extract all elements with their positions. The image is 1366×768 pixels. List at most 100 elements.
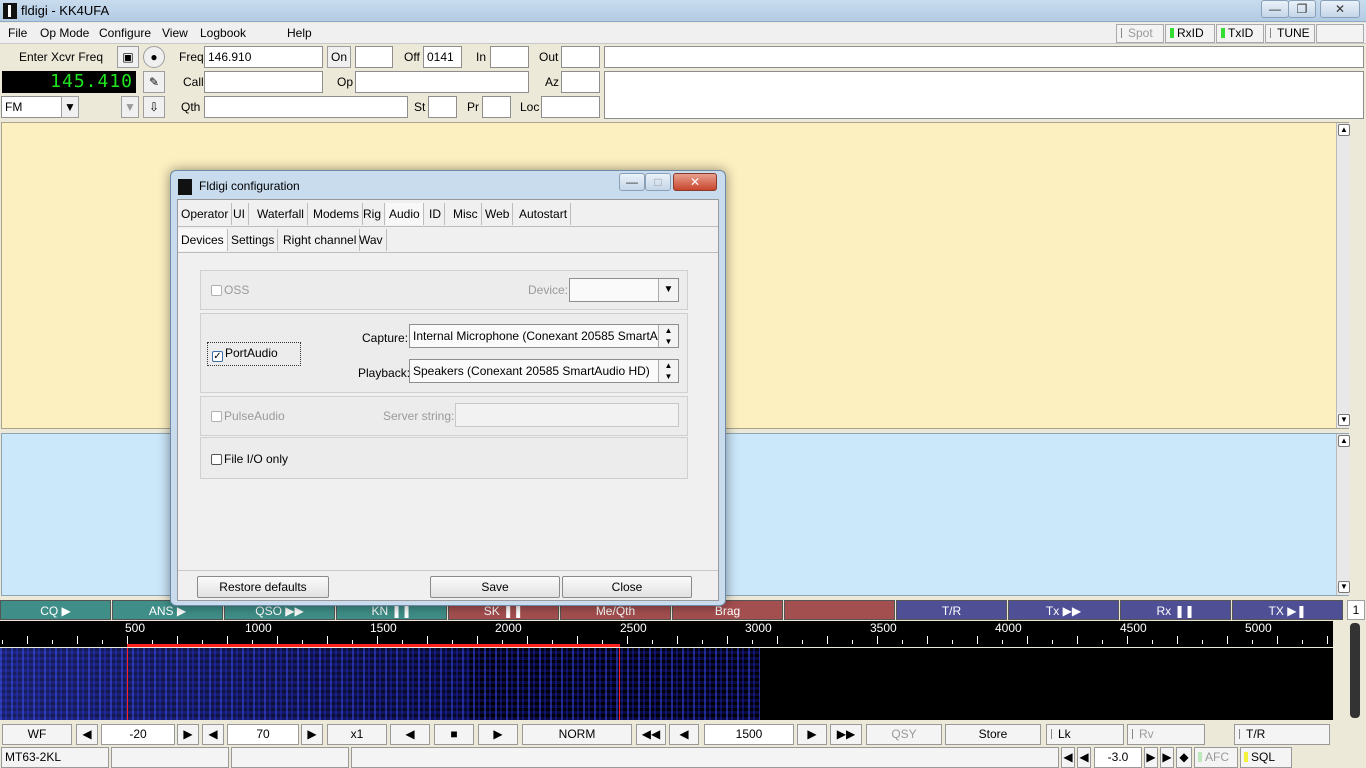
- reverse-toggle[interactable]: Rv: [1127, 724, 1205, 745]
- freq-fast-down-icon[interactable]: ◀◀: [636, 724, 666, 745]
- restore-button[interactable]: ❐: [1288, 0, 1316, 18]
- bandwidth-dropdown-arrow-icon[interactable]: ▼: [121, 96, 139, 118]
- speed-button[interactable]: NORM: [522, 724, 632, 745]
- subtab-wav[interactable]: Wav: [356, 229, 387, 251]
- s2n-first-icon[interactable]: ◀: [1061, 747, 1075, 768]
- minimize-button[interactable]: —: [1261, 0, 1289, 18]
- az-field[interactable]: [561, 71, 600, 93]
- connect-icon[interactable]: ▣: [117, 46, 139, 68]
- subtab-settings[interactable]: Settings: [228, 229, 279, 251]
- pause-icon[interactable]: ■: [434, 724, 474, 745]
- waterfall-display[interactable]: [0, 648, 1333, 720]
- broom-clear-icon[interactable]: ✎: [143, 71, 165, 93]
- restore-defaults-button[interactable]: Restore defaults: [197, 576, 329, 598]
- tab-id[interactable]: ID: [426, 203, 445, 225]
- call-field[interactable]: [204, 71, 323, 93]
- tx-scroll-down-icon[interactable]: ▼: [1338, 581, 1350, 593]
- waterfall-scrollbar[interactable]: [1350, 623, 1360, 718]
- frequency-ruler[interactable]: 500 1000 1500 2000 2500 3000 3500 4000 4…: [0, 621, 1333, 647]
- store-button[interactable]: Store: [945, 724, 1041, 745]
- wf-range-up-icon[interactable]: ▶: [301, 724, 323, 745]
- macro-button-10[interactable]: Tx ▶▶: [1008, 600, 1119, 620]
- scroll-up-icon[interactable]: ▲: [1338, 124, 1350, 136]
- mode-status[interactable]: MT63-2KL: [1, 747, 109, 768]
- scroll-down-icon[interactable]: ▼: [1338, 414, 1350, 426]
- notes-line-field[interactable]: [604, 46, 1364, 68]
- on-time-field[interactable]: [355, 46, 393, 68]
- subtab-devices[interactable]: Devices: [178, 229, 228, 251]
- playback-select[interactable]: Speakers (Conexant 20585 SmartAudio HD) …: [409, 359, 679, 383]
- menu-logbook[interactable]: Logbook: [200, 26, 246, 40]
- frequency-display[interactable]: 145.410: [2, 71, 136, 93]
- fileio-checkbox[interactable]: File I/O only: [211, 452, 288, 466]
- device-dropdown-icon[interactable]: ▼: [658, 279, 678, 301]
- tx-scrollbar[interactable]: ▲ ▼: [1336, 434, 1350, 595]
- globe-icon[interactable]: ●: [143, 46, 165, 68]
- portaudio-checkbox[interactable]: ✓ PortAudio: [207, 342, 301, 366]
- op-field[interactable]: [355, 71, 529, 93]
- on-button[interactable]: On: [327, 46, 351, 68]
- tr-toggle[interactable]: T/R: [1234, 724, 1330, 745]
- oss-device-select[interactable]: ▼: [569, 278, 679, 302]
- freq-down-icon[interactable]: ◀: [669, 724, 699, 745]
- menu-configure[interactable]: Configure: [99, 26, 151, 40]
- scroll-right-icon[interactable]: ▶: [478, 724, 518, 745]
- playback-spin-icon[interactable]: ▲ ▼: [658, 360, 678, 382]
- afc-toggle[interactable]: AFC: [1194, 747, 1238, 768]
- qsy-button[interactable]: QSY: [866, 724, 942, 745]
- wf-ref-up-icon[interactable]: ▶: [177, 724, 199, 745]
- s2n-prev-icon[interactable]: ◀: [1077, 747, 1091, 768]
- mode-dropdown-arrow-icon[interactable]: ▼: [61, 96, 79, 118]
- s2n-field[interactable]: -3.0: [1094, 747, 1142, 768]
- wf-ref-level-field[interactable]: -20: [101, 724, 175, 745]
- tab-modems[interactable]: Modems: [310, 203, 364, 225]
- wf-ref-down-icon[interactable]: ◀: [76, 724, 98, 745]
- wf-range-field[interactable]: 70: [227, 724, 299, 745]
- zoom-button[interactable]: x1: [327, 724, 387, 745]
- menu-file[interactable]: File: [8, 26, 27, 40]
- macro-button-11[interactable]: Rx ❚❚: [1120, 600, 1231, 620]
- st-field[interactable]: [428, 96, 457, 118]
- spot-toggle[interactable]: Spot: [1116, 24, 1164, 43]
- carrier-freq-field[interactable]: 1500: [704, 724, 794, 745]
- tab-waterfall[interactable]: Waterfall: [254, 203, 308, 225]
- off-time-field[interactable]: 0141: [423, 46, 462, 68]
- tab-ui[interactable]: UI: [230, 203, 249, 225]
- tab-autostart[interactable]: Autostart: [516, 203, 572, 225]
- rx-scrollbar[interactable]: ▲ ▼: [1336, 123, 1350, 428]
- tune-toggle[interactable]: TUNE: [1265, 24, 1315, 43]
- wf-range-down-icon[interactable]: ◀: [202, 724, 224, 745]
- out-field[interactable]: [561, 46, 600, 68]
- tab-misc[interactable]: Misc: [450, 203, 482, 225]
- txid-toggle[interactable]: TxID: [1216, 24, 1264, 43]
- pulseaudio-checkbox[interactable]: PulseAudio: [211, 409, 285, 423]
- dialog-maximize-button[interactable]: □: [645, 173, 671, 191]
- macro-button-9[interactable]: T/R: [896, 600, 1007, 620]
- capture-spin-icon[interactable]: ▲ ▼: [658, 325, 678, 347]
- notes-field[interactable]: [604, 71, 1364, 119]
- freq-up-icon[interactable]: ▶: [797, 724, 827, 745]
- menu-view[interactable]: View: [162, 26, 188, 40]
- scroll-left-icon[interactable]: ◀: [390, 724, 430, 745]
- oss-checkbox[interactable]: OSS: [211, 283, 249, 297]
- server-string-field[interactable]: [455, 403, 679, 427]
- s2n-last-icon[interactable]: ▶: [1160, 747, 1174, 768]
- tab-rig[interactable]: Rig: [360, 203, 386, 225]
- s2n-next-icon[interactable]: ▶: [1144, 747, 1158, 768]
- in-field[interactable]: [490, 46, 529, 68]
- freq-field[interactable]: 146.910: [204, 46, 323, 68]
- macro-page-number[interactable]: 1: [1347, 600, 1365, 620]
- tab-operator[interactable]: Operator: [178, 203, 233, 225]
- wf-mode-button[interactable]: WF: [2, 724, 72, 745]
- capture-select[interactable]: Internal Microphone (Conexant 20585 Smar…: [409, 324, 679, 348]
- pr-field[interactable]: [482, 96, 511, 118]
- menu-help[interactable]: Help: [287, 26, 312, 40]
- save-button[interactable]: Save: [430, 576, 560, 598]
- dialog-minimize-button[interactable]: —: [619, 173, 645, 191]
- freq-fast-up-icon[interactable]: ▶▶: [830, 724, 862, 745]
- close-button[interactable]: Close: [562, 576, 692, 598]
- macro-button-12[interactable]: TX ▶❚: [1232, 600, 1343, 620]
- lock-toggle[interactable]: Lk: [1046, 724, 1124, 745]
- subtab-right-channel[interactable]: Right channel: [280, 229, 361, 251]
- sql-toggle[interactable]: SQL: [1240, 747, 1292, 768]
